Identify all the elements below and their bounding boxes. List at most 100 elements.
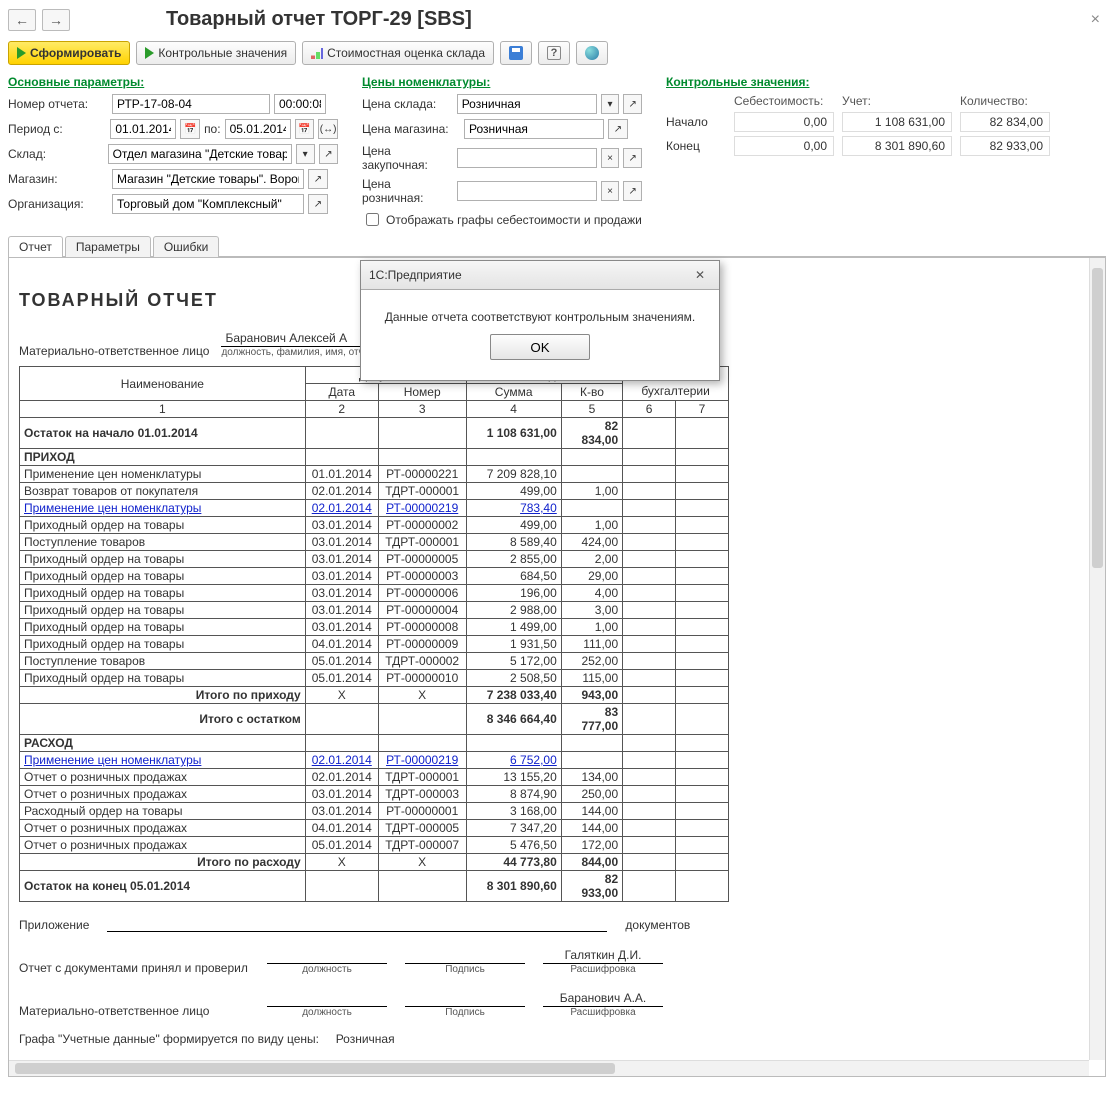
- table-row: Поступление товаров05.01.2014ТДРТ-000002…: [20, 653, 729, 670]
- th-name: Наименование: [20, 367, 306, 401]
- table-row: Приходный ордер на товары03.01.2014РТ-00…: [20, 619, 729, 636]
- generate-label: Сформировать: [30, 46, 121, 60]
- prices-header: Цены номенклатуры:: [362, 75, 642, 89]
- warehouse-price-label: Цена склада:: [362, 97, 453, 111]
- table-row: Итого по расходуXX44 773,80844,00: [20, 854, 729, 871]
- control-values-button[interactable]: Контрольные значения: [136, 41, 296, 65]
- accepted-label: Отчет с документами принял и проверил: [19, 961, 249, 975]
- warehouse-price-dropdown[interactable]: ▾: [601, 94, 620, 114]
- warehouse-input[interactable]: [108, 144, 292, 164]
- globe-button[interactable]: [576, 41, 608, 65]
- table-row: Приходный ордер на товары04.01.2014РТ-00…: [20, 636, 729, 653]
- ctrl-end-acct: 8 301 890,60: [842, 136, 952, 156]
- page-title: Товарный отчет ТОРГ-29 [SBS]: [166, 8, 472, 31]
- nav-back-button[interactable]: ←: [8, 9, 36, 31]
- warehouse-open-button[interactable]: ↗: [319, 144, 338, 164]
- store-open-button[interactable]: ↗: [308, 169, 328, 189]
- th-qty: К-во: [561, 384, 622, 401]
- col-num-3: 3: [378, 401, 466, 418]
- store-input[interactable]: [112, 169, 304, 189]
- help-icon: ?: [547, 46, 561, 60]
- calendar-from-button[interactable]: 📅: [180, 119, 200, 139]
- ctrl-acct-header: Учет:: [842, 94, 952, 108]
- table-row: Приходный ордер на товары03.01.2014РТ-00…: [20, 551, 729, 568]
- scrollbar-horizontal[interactable]: [9, 1060, 1089, 1076]
- table-row: Приходный ордер на товары03.01.2014РТ-00…: [20, 568, 729, 585]
- save-button[interactable]: [500, 41, 532, 65]
- decrypt-lbl-1: Расшифровка: [543, 964, 663, 975]
- purchase-price-clear[interactable]: ×: [601, 148, 620, 168]
- valuation-button[interactable]: Стоимостная оценка склада: [302, 41, 494, 65]
- ctrl-end-label: Конец: [666, 139, 726, 153]
- main-params-header: Основные параметры:: [8, 75, 338, 89]
- nav-forward-button[interactable]: →: [42, 9, 70, 31]
- appendix-label: Приложение: [19, 918, 89, 932]
- org-input[interactable]: [112, 194, 304, 214]
- ctrl-start-acct: 1 108 631,00: [842, 112, 952, 132]
- ctrl-cost-header: Себестоимость:: [734, 94, 834, 108]
- warehouse-label: Склад:: [8, 147, 104, 161]
- warehouse-price-open[interactable]: ↗: [623, 94, 642, 114]
- period-picker-button[interactable]: (↔): [318, 119, 338, 139]
- help-button[interactable]: ?: [538, 41, 570, 65]
- table-row: Отчет о розничных продажах03.01.2014ТДРТ…: [20, 786, 729, 803]
- table-row: Итого по приходуXX7 238 033,40943,00: [20, 687, 729, 704]
- report-time-input[interactable]: [274, 94, 326, 114]
- table-row: Приходный ордер на товары03.01.2014РТ-00…: [20, 517, 729, 534]
- mol-label: Материально-ответственное лицо: [19, 344, 209, 358]
- report-no-input[interactable]: [112, 94, 270, 114]
- mol-sig-label: Материально-ответственное лицо: [19, 1004, 249, 1018]
- tab-report[interactable]: Отчет: [8, 236, 63, 257]
- col-num-2: 2: [305, 401, 378, 418]
- table-row: Применение цен номенклатуры02.01.2014РТ-…: [20, 752, 729, 769]
- report-no-label: Номер отчета:: [8, 97, 108, 111]
- date-to-input[interactable]: [225, 119, 291, 139]
- ctrl-end-qty: 82 933,00: [960, 136, 1050, 156]
- table-row: Отчет о розничных продажах02.01.2014ТДРТ…: [20, 769, 729, 786]
- purchase-price-label: Цена закупочная:: [362, 144, 453, 172]
- tab-errors[interactable]: Ошибки: [153, 236, 220, 257]
- position-lbl-1: должность: [267, 964, 387, 975]
- store-label: Магазин:: [8, 172, 108, 186]
- decrypt-slot-1: Галяткин Д.И.: [543, 948, 663, 964]
- tab-params[interactable]: Параметры: [65, 236, 151, 257]
- th-num: Номер: [378, 384, 466, 401]
- decrypt-slot-2: Баранович А.А.: [543, 991, 663, 1007]
- retail-price-open[interactable]: ↗: [623, 181, 642, 201]
- generate-button[interactable]: Сформировать: [8, 41, 130, 65]
- table-row: Отчет о розничных продажах04.01.2014ТДРТ…: [20, 820, 729, 837]
- documents-word: документов: [625, 918, 690, 932]
- th-sum: Сумма: [466, 384, 561, 401]
- retail-price-label: Цена розничная:: [362, 177, 453, 205]
- table-row: Отчет о розничных продажах05.01.2014ТДРТ…: [20, 837, 729, 854]
- ctrl-start-qty: 82 834,00: [960, 112, 1050, 132]
- store-price-label: Цена магазина:: [362, 122, 460, 136]
- store-price-open[interactable]: ↗: [608, 119, 628, 139]
- show-cost-checkbox[interactable]: [366, 213, 379, 226]
- dialog-title: 1С:Предприятие: [369, 268, 462, 282]
- decrypt-lbl-2: Расшифровка: [543, 1007, 663, 1018]
- date-from-input[interactable]: [110, 119, 176, 139]
- control-values-label: Контрольные значения: [158, 46, 287, 60]
- chart-icon: [311, 47, 323, 59]
- calendar-to-button[interactable]: 📅: [295, 119, 315, 139]
- purchase-price-open[interactable]: ↗: [623, 148, 642, 168]
- dialog-ok-button[interactable]: OK: [490, 334, 590, 360]
- table-row: Расходный ордер на товары03.01.2014РТ-00…: [20, 803, 729, 820]
- scrollbar-vertical[interactable]: [1089, 258, 1105, 1060]
- retail-price-input[interactable]: [457, 181, 597, 201]
- appendix-line: [107, 930, 607, 932]
- warehouse-dropdown-button[interactable]: ▾: [296, 144, 315, 164]
- purchase-price-input[interactable]: [457, 148, 597, 168]
- org-open-button[interactable]: ↗: [308, 194, 328, 214]
- col-num-7: 7: [676, 401, 729, 418]
- dialog-message: Данные отчета соответствуют контрольным …: [371, 310, 709, 324]
- dialog-close-button[interactable]: ✕: [689, 266, 711, 284]
- th-date: Дата: [305, 384, 378, 401]
- store-price-input[interactable]: [464, 119, 604, 139]
- warehouse-price-input[interactable]: [457, 94, 597, 114]
- price-kind-label: Графа "Учетные данные" формируется по ви…: [19, 1032, 319, 1046]
- close-icon[interactable]: ×: [1085, 9, 1106, 31]
- retail-price-clear[interactable]: ×: [601, 181, 620, 201]
- table-row: Возврат товаров от покупателя02.01.2014Т…: [20, 483, 729, 500]
